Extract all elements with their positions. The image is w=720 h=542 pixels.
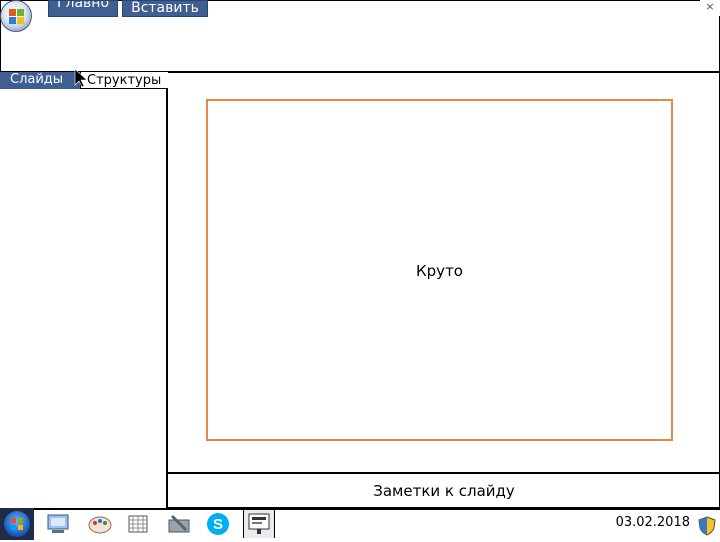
svg-text:S: S <box>213 516 223 533</box>
shield-icon[interactable] <box>698 516 716 536</box>
notes-placeholder[interactable]: Заметки к слайду <box>168 482 720 500</box>
close-button[interactable]: × <box>700 0 720 16</box>
slides-pane[interactable] <box>0 72 168 508</box>
presentation-icon <box>248 513 270 534</box>
explorer-icon <box>47 514 69 533</box>
windows-logo-icon <box>4 511 30 537</box>
tab-home[interactable]: Главно <box>48 0 118 17</box>
taskbar-tools[interactable] <box>164 510 194 538</box>
office-button[interactable] <box>0 0 32 32</box>
skype-icon: S <box>207 513 229 535</box>
taskbar-divider <box>274 510 275 538</box>
taskbar-powerpoint[interactable] <box>243 510 275 538</box>
slide-title-text[interactable]: Круто <box>206 262 673 280</box>
taskbar-date[interactable]: 03.02.2018 <box>590 515 690 530</box>
taskbar-paint[interactable] <box>85 510 115 538</box>
taskbar-explorer[interactable] <box>43 510 73 538</box>
office-logo-icon <box>9 9 24 24</box>
mouse-pointer-icon <box>74 68 88 88</box>
taskbar-network[interactable] <box>123 510 153 538</box>
tab-outline[interactable]: Структуры <box>80 72 168 89</box>
tab-slides[interactable]: Слайды <box>0 72 80 89</box>
taskbar-skype[interactable]: S <box>203 510 233 538</box>
start-button[interactable] <box>0 508 34 540</box>
network-icon <box>128 515 148 533</box>
notes-divider <box>168 472 720 474</box>
paint-icon <box>88 516 112 534</box>
tools-icon <box>168 514 190 533</box>
tab-insert[interactable]: Вставить <box>122 0 208 17</box>
